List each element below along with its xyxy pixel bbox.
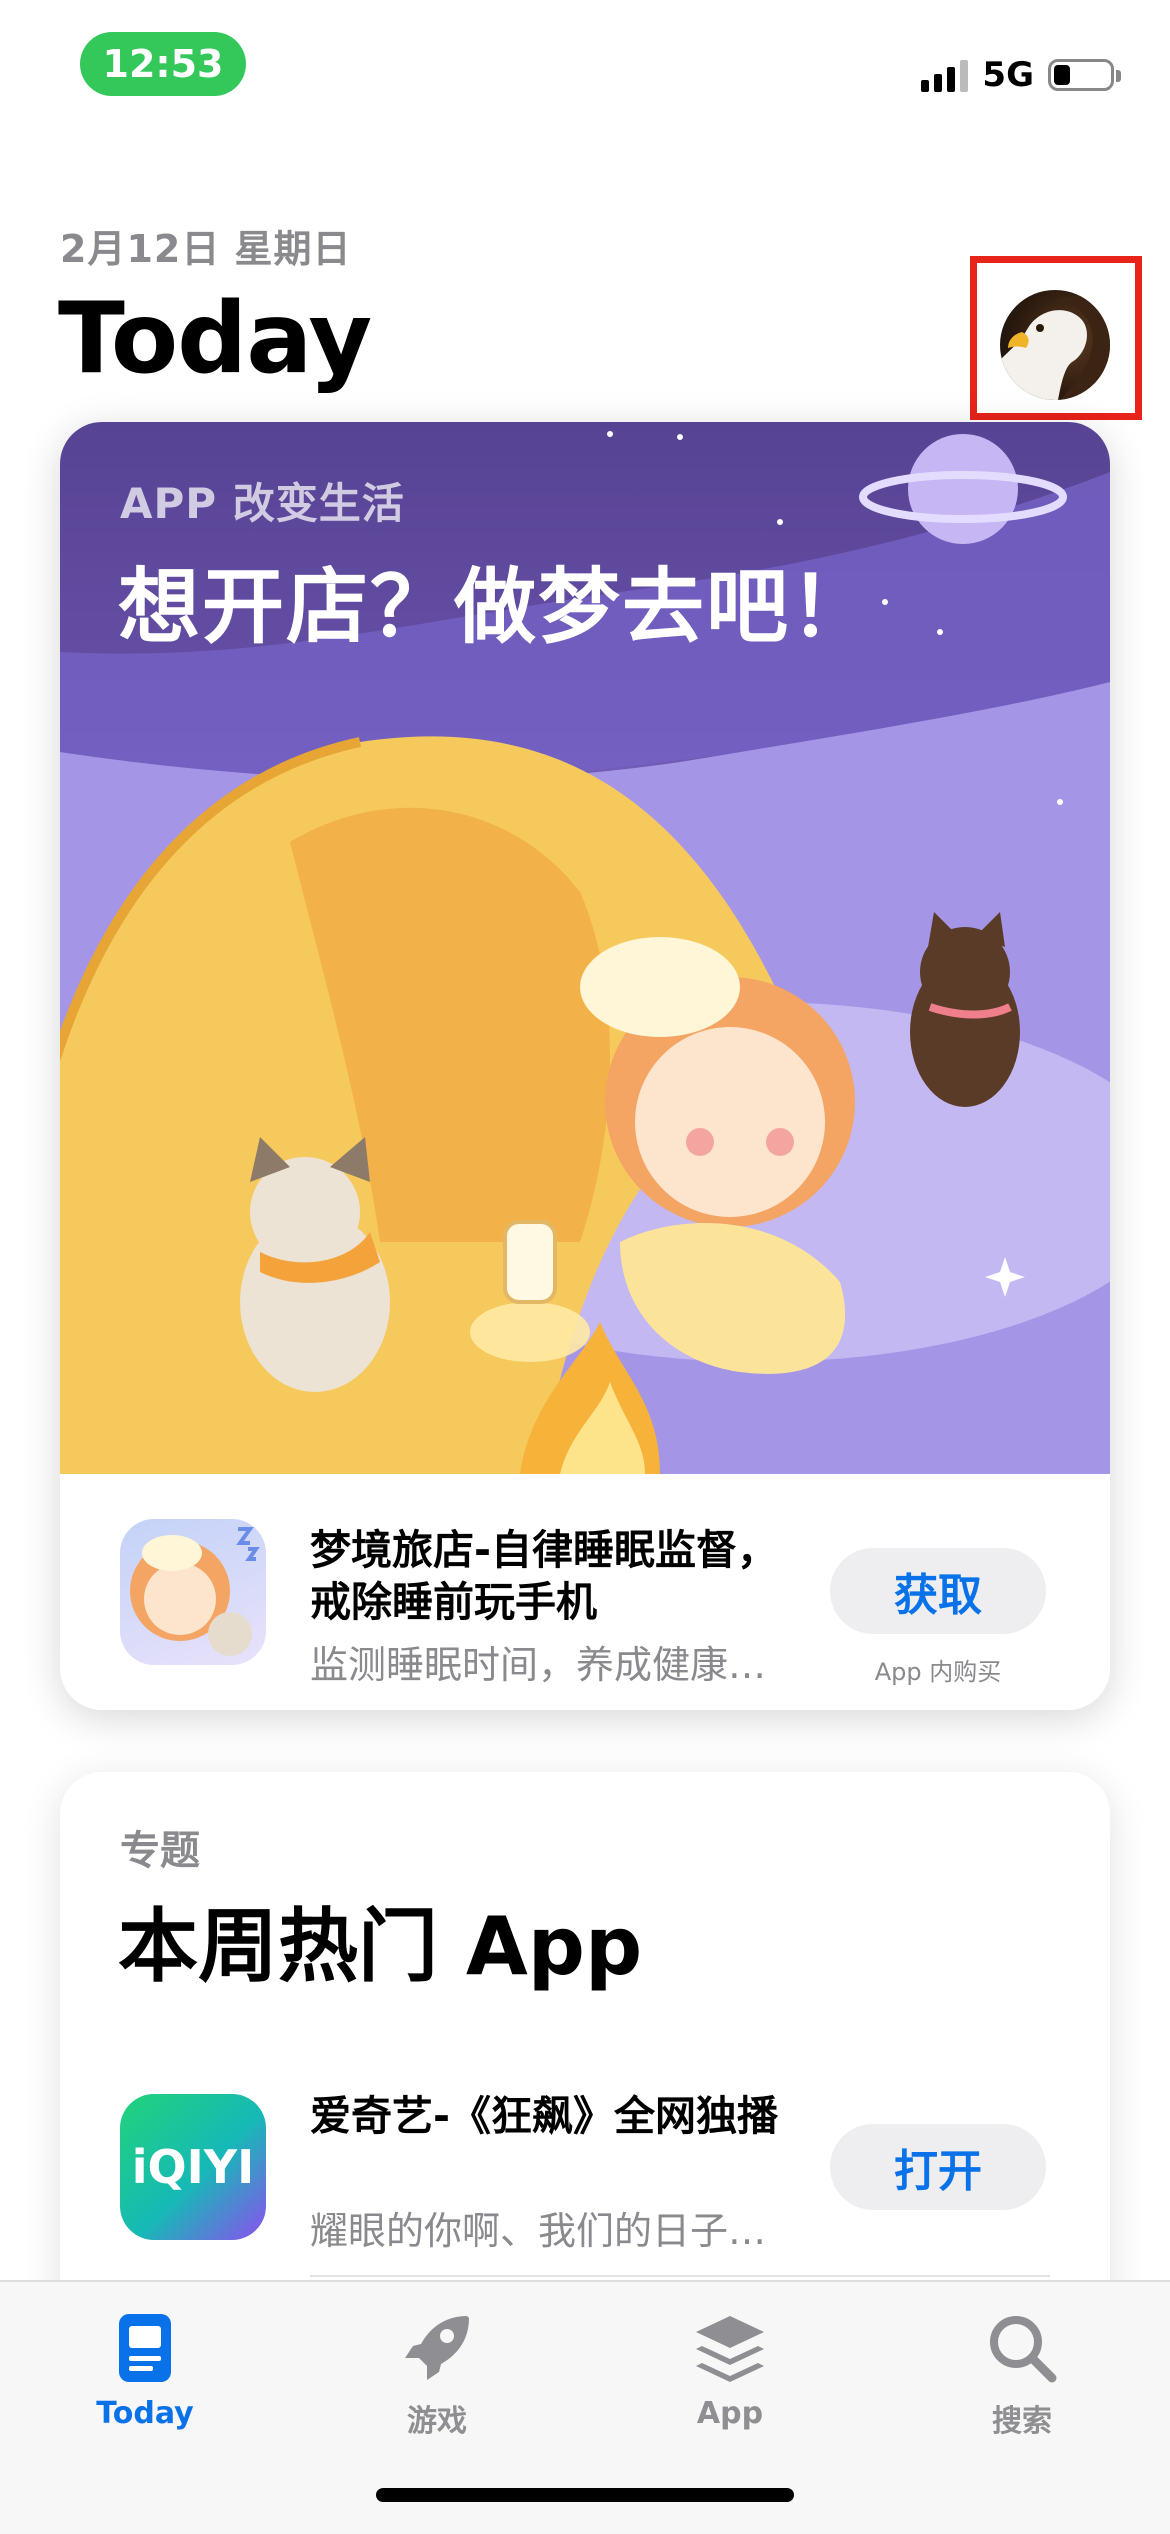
today-icon — [119, 2314, 171, 2382]
rocket-icon — [405, 2316, 469, 2380]
tab-games-label: 游戏 — [407, 2404, 467, 2439]
iqiyi-app-subtitle: 耀眼的你啊、我们的日子… — [310, 2209, 767, 2253]
featured-app-row[interactable]: 梦境旅店-自律睡眠监督，戒除睡前玩手机 监测睡眠时间，养成健康… 获取 App … — [60, 1474, 1110, 1710]
dream-hotel-app-icon — [120, 1519, 266, 1665]
tab-search[interactable]: 搜索 — [922, 2284, 1122, 2454]
get-button[interactable]: 获取 — [830, 1548, 1046, 1634]
battery-icon — [1048, 59, 1121, 91]
home-indicator[interactable] — [376, 2488, 794, 2502]
tab-today-label: Today — [96, 2396, 194, 2431]
network-label: 5G — [982, 55, 1034, 95]
tab-apps[interactable]: App — [630, 2284, 830, 2454]
account-avatar[interactable] — [1000, 290, 1110, 400]
iqiyi-app-icon: iQIYI — [120, 2094, 266, 2240]
tab-today[interactable]: Today — [45, 2284, 245, 2454]
girl-cat-icon — [130, 1527, 260, 1656]
tab-search-label: 搜索 — [992, 2404, 1052, 2439]
date-label: 2月12日 星期日 — [60, 227, 352, 271]
row-divider — [310, 2275, 1050, 2277]
featured-app-subtitle: 监测睡眠时间，养成健康… — [310, 1643, 767, 1687]
in-app-purchase-note: App 内购买 — [874, 1658, 1002, 1686]
status-time: 12:53 — [80, 32, 246, 96]
search-icon — [990, 2316, 1057, 2383]
stack-icon — [696, 2316, 764, 2382]
featured-story-artwork: APP 改变生活 想开店？做梦去吧！ — [60, 422, 1110, 1474]
tab-games[interactable]: 游戏 — [337, 2284, 537, 2454]
status-indicators: 5G — [921, 50, 1121, 100]
feature-eyebrow: APP 改变生活 — [120, 479, 405, 528]
iqiyi-app-name[interactable]: 爱奇艺-《狂飙》全网独播 — [310, 2090, 790, 2142]
page-title: Today — [58, 282, 372, 396]
tab-apps-label: App — [696, 2396, 764, 2431]
feature-title: 想开店？做梦去吧！ — [118, 560, 875, 655]
featured-app-name[interactable]: 梦境旅店-自律睡眠监督，戒除睡前玩手机 — [310, 1524, 810, 1628]
collection-title: 本周热门 App — [118, 1900, 643, 1993]
signal-icon — [921, 58, 969, 92]
iqiyi-logo-text: iQIYI — [131, 2140, 255, 2194]
eagle-avatar-image — [1000, 290, 1110, 400]
collection-eyebrow: 专题 — [120, 1828, 200, 1874]
featured-story-card[interactable]: APP 改变生活 想开店？做梦去吧！ 梦境旅店-自律睡眠监督，戒除睡前玩手机 监… — [60, 422, 1110, 1710]
open-button[interactable]: 打开 — [830, 2124, 1046, 2210]
